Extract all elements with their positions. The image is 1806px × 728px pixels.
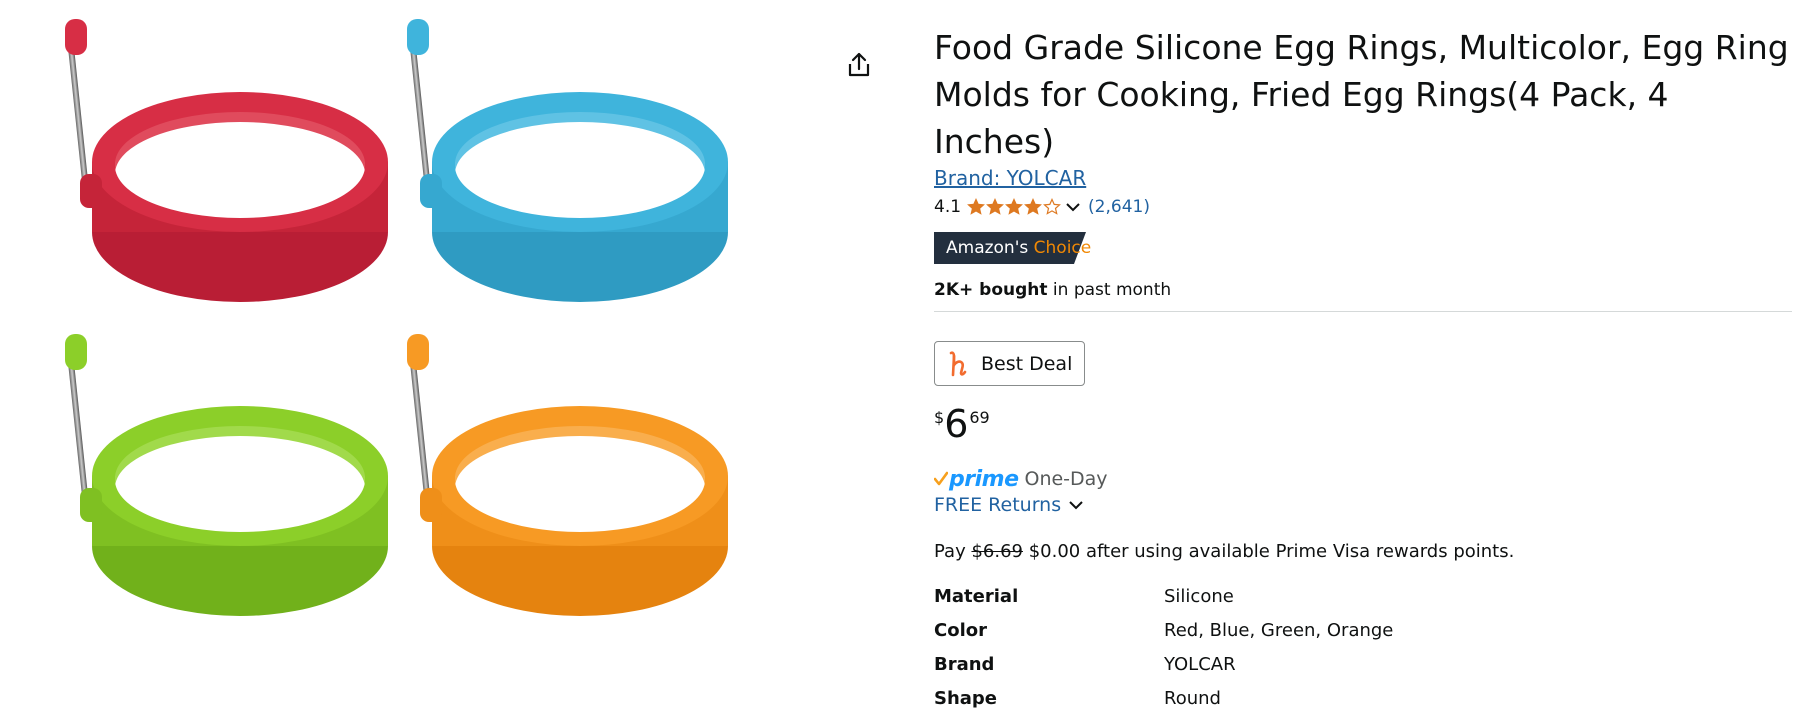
amazons-choice-badge[interactable]: Amazon's Choice xyxy=(934,232,1091,264)
product-specs-table: Material Silicone Color Red, Blue, Green… xyxy=(934,579,1393,715)
chevron-down-icon[interactable] xyxy=(1064,198,1082,216)
best-deal-button[interactable]: Best Deal xyxy=(934,341,1086,386)
badge-prefix: Amazon's xyxy=(946,238,1029,258)
spec-key: Color xyxy=(934,619,987,641)
bought-suffix: in past month xyxy=(1047,280,1172,300)
prime-check-icon xyxy=(934,471,948,486)
honey-h-icon xyxy=(949,350,967,376)
spec-value: Round xyxy=(1164,687,1221,709)
spec-row: Brand YOLCAR xyxy=(934,647,1393,681)
badge-accent: Choice xyxy=(1033,238,1092,258)
prime-logo: prime xyxy=(949,466,1019,492)
star-icon xyxy=(967,198,985,215)
product-title: Food Grade Silicone Egg Rings, Multicolo… xyxy=(934,28,1789,161)
best-deal-label: Best Deal xyxy=(981,352,1073,375)
brand-link[interactable]: Brand: YOLCAR xyxy=(934,166,1086,190)
chevron-down-icon xyxy=(1069,501,1083,510)
price-fraction: 69 xyxy=(969,408,990,427)
spec-row: Shape Round xyxy=(934,681,1393,715)
blue-egg-ring xyxy=(407,19,728,302)
star-rating[interactable] xyxy=(967,198,1062,216)
free-returns-link[interactable]: FREE Returns xyxy=(934,494,1794,516)
pay-rest: $0.00 after using available Prime Visa r… xyxy=(1022,541,1515,562)
price-whole: 6 xyxy=(944,402,969,446)
rating-row: 4.1 (2,641) xyxy=(934,194,1794,220)
share-icon[interactable] xyxy=(844,50,874,80)
spec-row: Material Silicone xyxy=(934,579,1393,613)
orange-egg-ring xyxy=(407,334,728,616)
spec-value: Red, Blue, Green, Orange xyxy=(1164,619,1394,641)
pay-old-price: $6.69 xyxy=(971,541,1023,562)
rating-value: 4.1 xyxy=(934,197,962,217)
spec-key: Material xyxy=(934,585,1019,607)
product-image-egg-rings[interactable] xyxy=(55,14,855,728)
spec-key: Brand xyxy=(934,653,995,675)
star-icon xyxy=(1005,198,1023,215)
bought-count: 2K+ bought xyxy=(934,280,1048,300)
prime-delivery[interactable]: prime One-Day xyxy=(934,466,1794,492)
pay-prefix: Pay xyxy=(934,541,972,562)
divider xyxy=(934,311,1792,312)
price: $ 6 69 xyxy=(934,404,1794,448)
bought-in-past-month: 2K+ bought in past month xyxy=(934,280,1794,300)
spec-value: Silicone xyxy=(1164,585,1234,607)
prime-visa-offer: Pay $6.69 $0.00 after using available Pr… xyxy=(934,541,1794,562)
prime-speed: One-Day xyxy=(1024,468,1108,490)
product-details: Food Grade Silicone Egg Rings, Multicolo… xyxy=(934,24,1794,715)
free-returns-label: FREE Returns xyxy=(934,494,1062,516)
star-icon xyxy=(986,198,1004,215)
red-egg-ring xyxy=(65,19,388,302)
spec-key: Shape xyxy=(934,687,998,709)
product-image-area xyxy=(0,0,900,728)
star-icon xyxy=(1043,198,1061,215)
price-symbol: $ xyxy=(934,408,945,427)
spec-value: YOLCAR xyxy=(1164,653,1236,675)
spec-row: Color Red, Blue, Green, Orange xyxy=(934,613,1393,647)
star-icon xyxy=(1024,198,1042,215)
green-egg-ring xyxy=(65,334,388,616)
review-count-link[interactable]: (2,641) xyxy=(1088,197,1150,217)
